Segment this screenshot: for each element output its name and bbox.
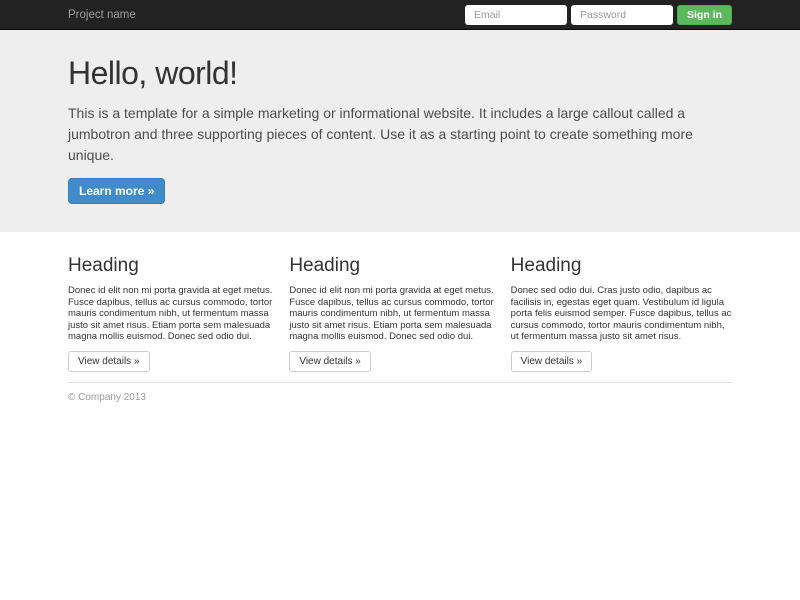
jumbotron: Hello, world! This is a template for a s… [0, 30, 800, 233]
marketing-column-1: Heading Donec id elit non mi porta gravi… [68, 255, 289, 372]
copyright-text: © Company 2013 [68, 391, 146, 403]
view-details-button-2[interactable]: View details » [289, 350, 371, 372]
column-body: Donec id elit non mi porta gravida at eg… [289, 285, 494, 343]
learn-more-button[interactable]: Learn more » [68, 178, 166, 205]
marketing-column-3: Heading Donec sed odio dui. Cras justo o… [510, 255, 732, 372]
email-input[interactable] [465, 4, 567, 25]
column-body: Donec id elit non mi porta gravida at eg… [68, 285, 273, 343]
footer: © Company 2013 [68, 381, 732, 403]
marketing-column-2: Heading Donec id elit non mi porta gravi… [289, 255, 510, 372]
top-navbar: Project name Sign in [0, 0, 800, 30]
marketing-row: Heading Donec id elit non mi porta gravi… [68, 255, 732, 372]
sign-in-form: Sign in [465, 4, 732, 25]
jumbotron-description: This is a template for a simple marketin… [68, 105, 693, 164]
sign-in-button[interactable]: Sign in [677, 4, 732, 25]
footer-divider [68, 381, 732, 383]
password-input[interactable] [571, 4, 673, 25]
column-heading: Heading [289, 255, 361, 277]
brand-link[interactable]: Project name [68, 0, 136, 30]
view-details-button-3[interactable]: View details » [510, 350, 593, 372]
page-title: Hello, world! [68, 55, 238, 91]
column-heading: Heading [68, 255, 139, 277]
column-body: Donec sed odio dui. Cras justo odio, dap… [510, 285, 732, 343]
view-details-button-1[interactable]: View details » [68, 350, 150, 372]
column-heading: Heading [510, 255, 582, 277]
